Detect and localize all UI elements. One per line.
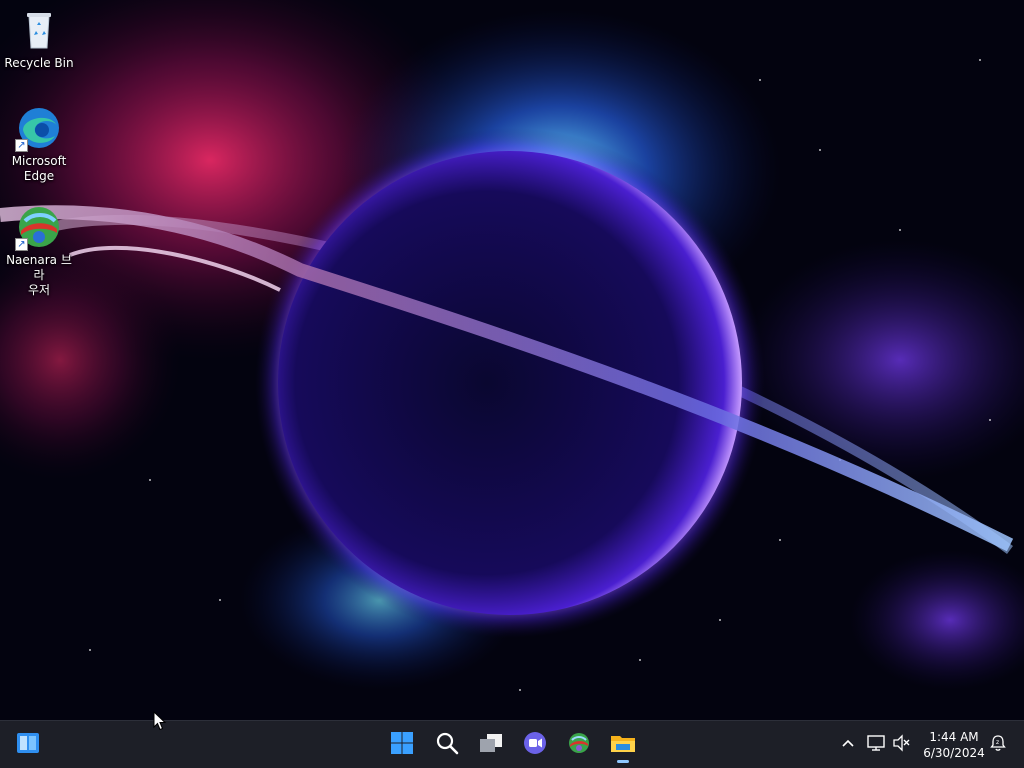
- notification-icon: z: [988, 733, 1008, 757]
- chevron-up-icon: [841, 736, 855, 755]
- desktop-wallpaper: [0, 0, 1024, 720]
- network-icon: [866, 734, 886, 756]
- network-button[interactable]: [862, 727, 890, 763]
- task-view-icon: [478, 731, 504, 759]
- naenara-browser-taskbar-button[interactable]: [561, 727, 597, 763]
- running-indicator: [617, 760, 629, 763]
- clock-date: 6/30/2024: [923, 746, 985, 760]
- search-icon: [435, 731, 459, 759]
- recycle-bin-icon: [15, 6, 63, 54]
- widgets-button[interactable]: [10, 727, 46, 763]
- clock-button[interactable]: 1:44 AM 6/30/2024: [918, 727, 990, 763]
- naenara-browser-icon: [567, 731, 591, 759]
- desktop-icon-recycle-bin[interactable]: Recycle Bin: [3, 6, 75, 71]
- mouse-cursor-icon: [153, 710, 167, 735]
- widgets-icon: [16, 731, 40, 759]
- desktop-icon-naenara-browser[interactable]: ↗ Naenara 브라 우저: [3, 203, 75, 298]
- desktop-icon-label: Recycle Bin: [4, 56, 74, 70]
- naenara-browser-icon: ↗: [15, 203, 63, 251]
- start-button[interactable]: [384, 727, 420, 763]
- volume-button[interactable]: [888, 727, 916, 763]
- windows-start-icon: [390, 731, 414, 759]
- show-hidden-icons-button[interactable]: [834, 727, 862, 763]
- clock-time: 1:44 AM: [929, 730, 979, 744]
- shortcut-arrow-icon: ↗: [15, 238, 28, 251]
- desktop-icon-label: Naenara 브라 우저: [6, 253, 72, 297]
- file-explorer-button[interactable]: [605, 727, 641, 763]
- task-view-button[interactable]: [473, 727, 509, 763]
- notification-center-button[interactable]: z: [984, 727, 1012, 763]
- file-explorer-icon: [610, 731, 636, 759]
- search-button[interactable]: [429, 727, 465, 763]
- meet-now-button[interactable]: [517, 727, 553, 763]
- volume-muted-icon: [892, 734, 912, 756]
- desktop-icon-label: Microsoft Edge: [11, 154, 67, 183]
- edge-icon: ↗: [15, 104, 63, 152]
- desktop-icon-microsoft-edge[interactable]: ↗ Microsoft Edge: [3, 104, 75, 184]
- svg-text:z: z: [996, 739, 999, 746]
- meet-video-icon: [523, 731, 547, 759]
- shortcut-arrow-icon: ↗: [15, 139, 28, 152]
